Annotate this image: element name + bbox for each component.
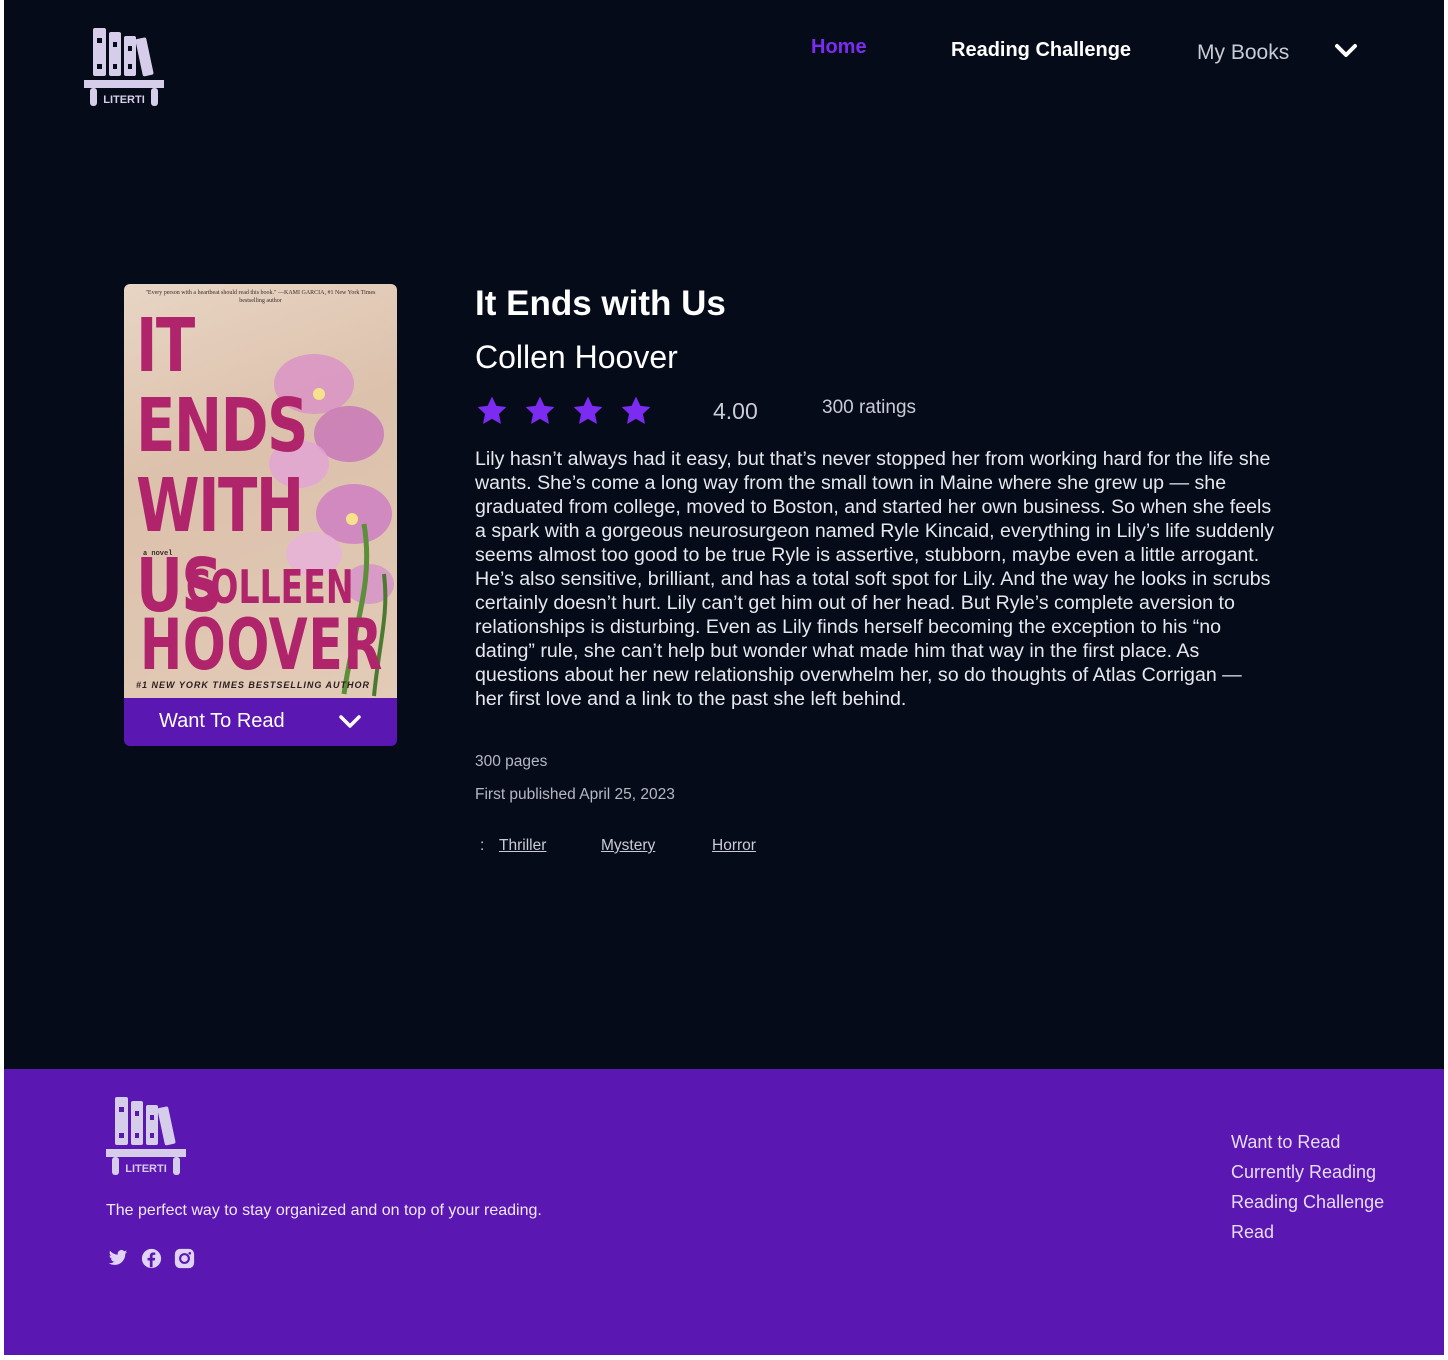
star-icon[interactable]: [523, 394, 557, 433]
page-count: 300 pages: [475, 753, 548, 770]
twitter-icon[interactable]: [107, 1248, 129, 1273]
footer-tagline: The perfect way to stay organized and on…: [106, 1202, 542, 1219]
footer-link-reading-challenge[interactable]: Reading Challenge: [1231, 1187, 1384, 1217]
footer-links: Want to Read Currently Reading Reading C…: [1231, 1127, 1384, 1247]
star-icon[interactable]: [475, 394, 509, 433]
star-icon[interactable]: [619, 394, 653, 433]
star-icon[interactable]: [571, 394, 605, 433]
book-title: It Ends with Us: [475, 284, 726, 323]
nav-home[interactable]: Home: [811, 36, 867, 59]
book-cover: "Every person with a heartbeat should re…: [124, 284, 397, 698]
site-footer: LITERTI The perfect way to stay organize…: [4, 1069, 1444, 1355]
cover-novel-label: a novel: [143, 550, 173, 558]
want-to-read-label: Want To Read: [159, 710, 285, 732]
cover-author-last: HOOVER: [140, 604, 384, 686]
instagram-icon[interactable]: [174, 1248, 195, 1274]
want-to-read-button[interactable]: Want To Read: [124, 698, 397, 746]
book-description: Lily hasn’t always had it easy, but that…: [475, 448, 1275, 710]
header-logo[interactable]: LITERTI: [83, 26, 165, 108]
chevron-down-icon[interactable]: [338, 713, 362, 736]
page-frame: LITERTI Home Reading Challenge My Books …: [4, 0, 1444, 1355]
footer-link-read[interactable]: Read: [1231, 1217, 1384, 1247]
genre-link-thriller[interactable]: Thriller: [499, 837, 546, 855]
publish-date: First published April 25, 2023: [475, 786, 675, 803]
cover-footer: #1 NEW YORK TIMES BESTSELLING AUTHOR: [136, 680, 371, 690]
facebook-icon[interactable]: [141, 1248, 162, 1274]
nav-my-books[interactable]: My Books: [1197, 41, 1289, 65]
footer-link-want-to-read[interactable]: Want to Read: [1231, 1127, 1384, 1157]
ratings-count[interactable]: 300 ratings: [822, 397, 916, 419]
genres-prefix: :: [480, 837, 485, 854]
logo-text: LITERTI: [103, 94, 145, 106]
bookshelf-logo-icon: LITERTI: [106, 1097, 186, 1175]
genre-link-mystery[interactable]: Mystery: [601, 837, 655, 855]
nav-reading-challenge[interactable]: Reading Challenge: [951, 39, 1131, 62]
footer-link-currently-reading[interactable]: Currently Reading: [1231, 1157, 1384, 1187]
genre-link-horror[interactable]: Horror: [712, 837, 756, 855]
book-author[interactable]: Collen Hoover: [475, 339, 678, 376]
rating-value: 4.00: [713, 398, 758, 424]
chevron-down-icon[interactable]: [1334, 42, 1358, 65]
logo-text: LITERTI: [125, 1163, 167, 1175]
footer-logo[interactable]: LITERTI: [105, 1095, 187, 1177]
bookshelf-logo-icon: LITERTI: [84, 28, 164, 106]
